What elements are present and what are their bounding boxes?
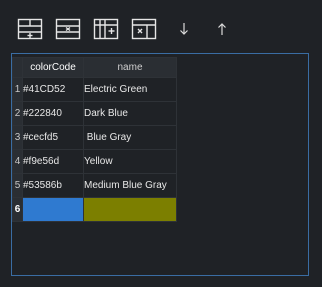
cell-name[interactable]: Blue Gray: [83, 125, 177, 150]
cell-colorcode[interactable]: #41CD52: [22, 77, 84, 102]
add-row-button[interactable]: [16, 16, 44, 42]
table-row: 2 #222840 Dark Blue: [12, 101, 177, 126]
column-header-name[interactable]: name: [83, 57, 177, 78]
cell-name[interactable]: Electric Green: [83, 77, 177, 102]
arrow-down-icon: [176, 19, 192, 39]
move-down-button[interactable]: [170, 16, 198, 42]
table-editor-window: colorCode name 1 #41CD52 Electric Green …: [0, 0, 322, 287]
table-row: 4 #f9e56d Yellow: [12, 149, 177, 174]
move-up-button[interactable]: [208, 16, 236, 42]
cell-name-new[interactable]: [83, 197, 177, 222]
cell-colorcode[interactable]: #222840: [22, 101, 84, 126]
cell-colorcode-new[interactable]: [22, 197, 84, 222]
table-row: 3 #cecfd5 Blue Gray: [12, 125, 177, 150]
data-grid-panel: colorCode name 1 #41CD52 Electric Green …: [11, 53, 309, 276]
table-delete-column-icon: [130, 17, 158, 41]
row-number[interactable]: 4: [12, 149, 23, 174]
corner-header[interactable]: [12, 57, 23, 78]
cell-colorcode[interactable]: #f9e56d: [22, 149, 84, 174]
cell-colorcode[interactable]: #53586b: [22, 173, 84, 198]
new-table-row: 6: [12, 197, 177, 222]
row-number[interactable]: 3: [12, 125, 23, 150]
add-column-button[interactable]: [92, 16, 120, 42]
table-insert-row-icon: [16, 17, 44, 41]
row-number[interactable]: 2: [12, 101, 23, 126]
table-insert-column-icon: [92, 17, 120, 41]
cell-name[interactable]: Dark Blue: [83, 101, 177, 126]
cell-name[interactable]: Medium Blue Gray: [83, 173, 177, 198]
data-grid: colorCode name 1 #41CD52 Electric Green …: [12, 57, 177, 222]
table-row: 5 #53586b Medium Blue Gray: [12, 173, 177, 198]
row-number[interactable]: 6: [12, 197, 23, 222]
toolbar: [16, 16, 306, 44]
cell-colorcode[interactable]: #cecfd5: [22, 125, 84, 150]
cell-name[interactable]: Yellow: [83, 149, 177, 174]
row-number[interactable]: 1: [12, 77, 23, 102]
delete-column-button[interactable]: [130, 16, 158, 42]
row-number[interactable]: 5: [12, 173, 23, 198]
header-row: colorCode name: [12, 57, 177, 78]
table-delete-row-icon: [54, 17, 82, 41]
arrow-up-icon: [214, 19, 230, 39]
column-header-colorcode[interactable]: colorCode: [22, 57, 84, 78]
delete-row-button[interactable]: [54, 16, 82, 42]
table-row: 1 #41CD52 Electric Green: [12, 77, 177, 102]
